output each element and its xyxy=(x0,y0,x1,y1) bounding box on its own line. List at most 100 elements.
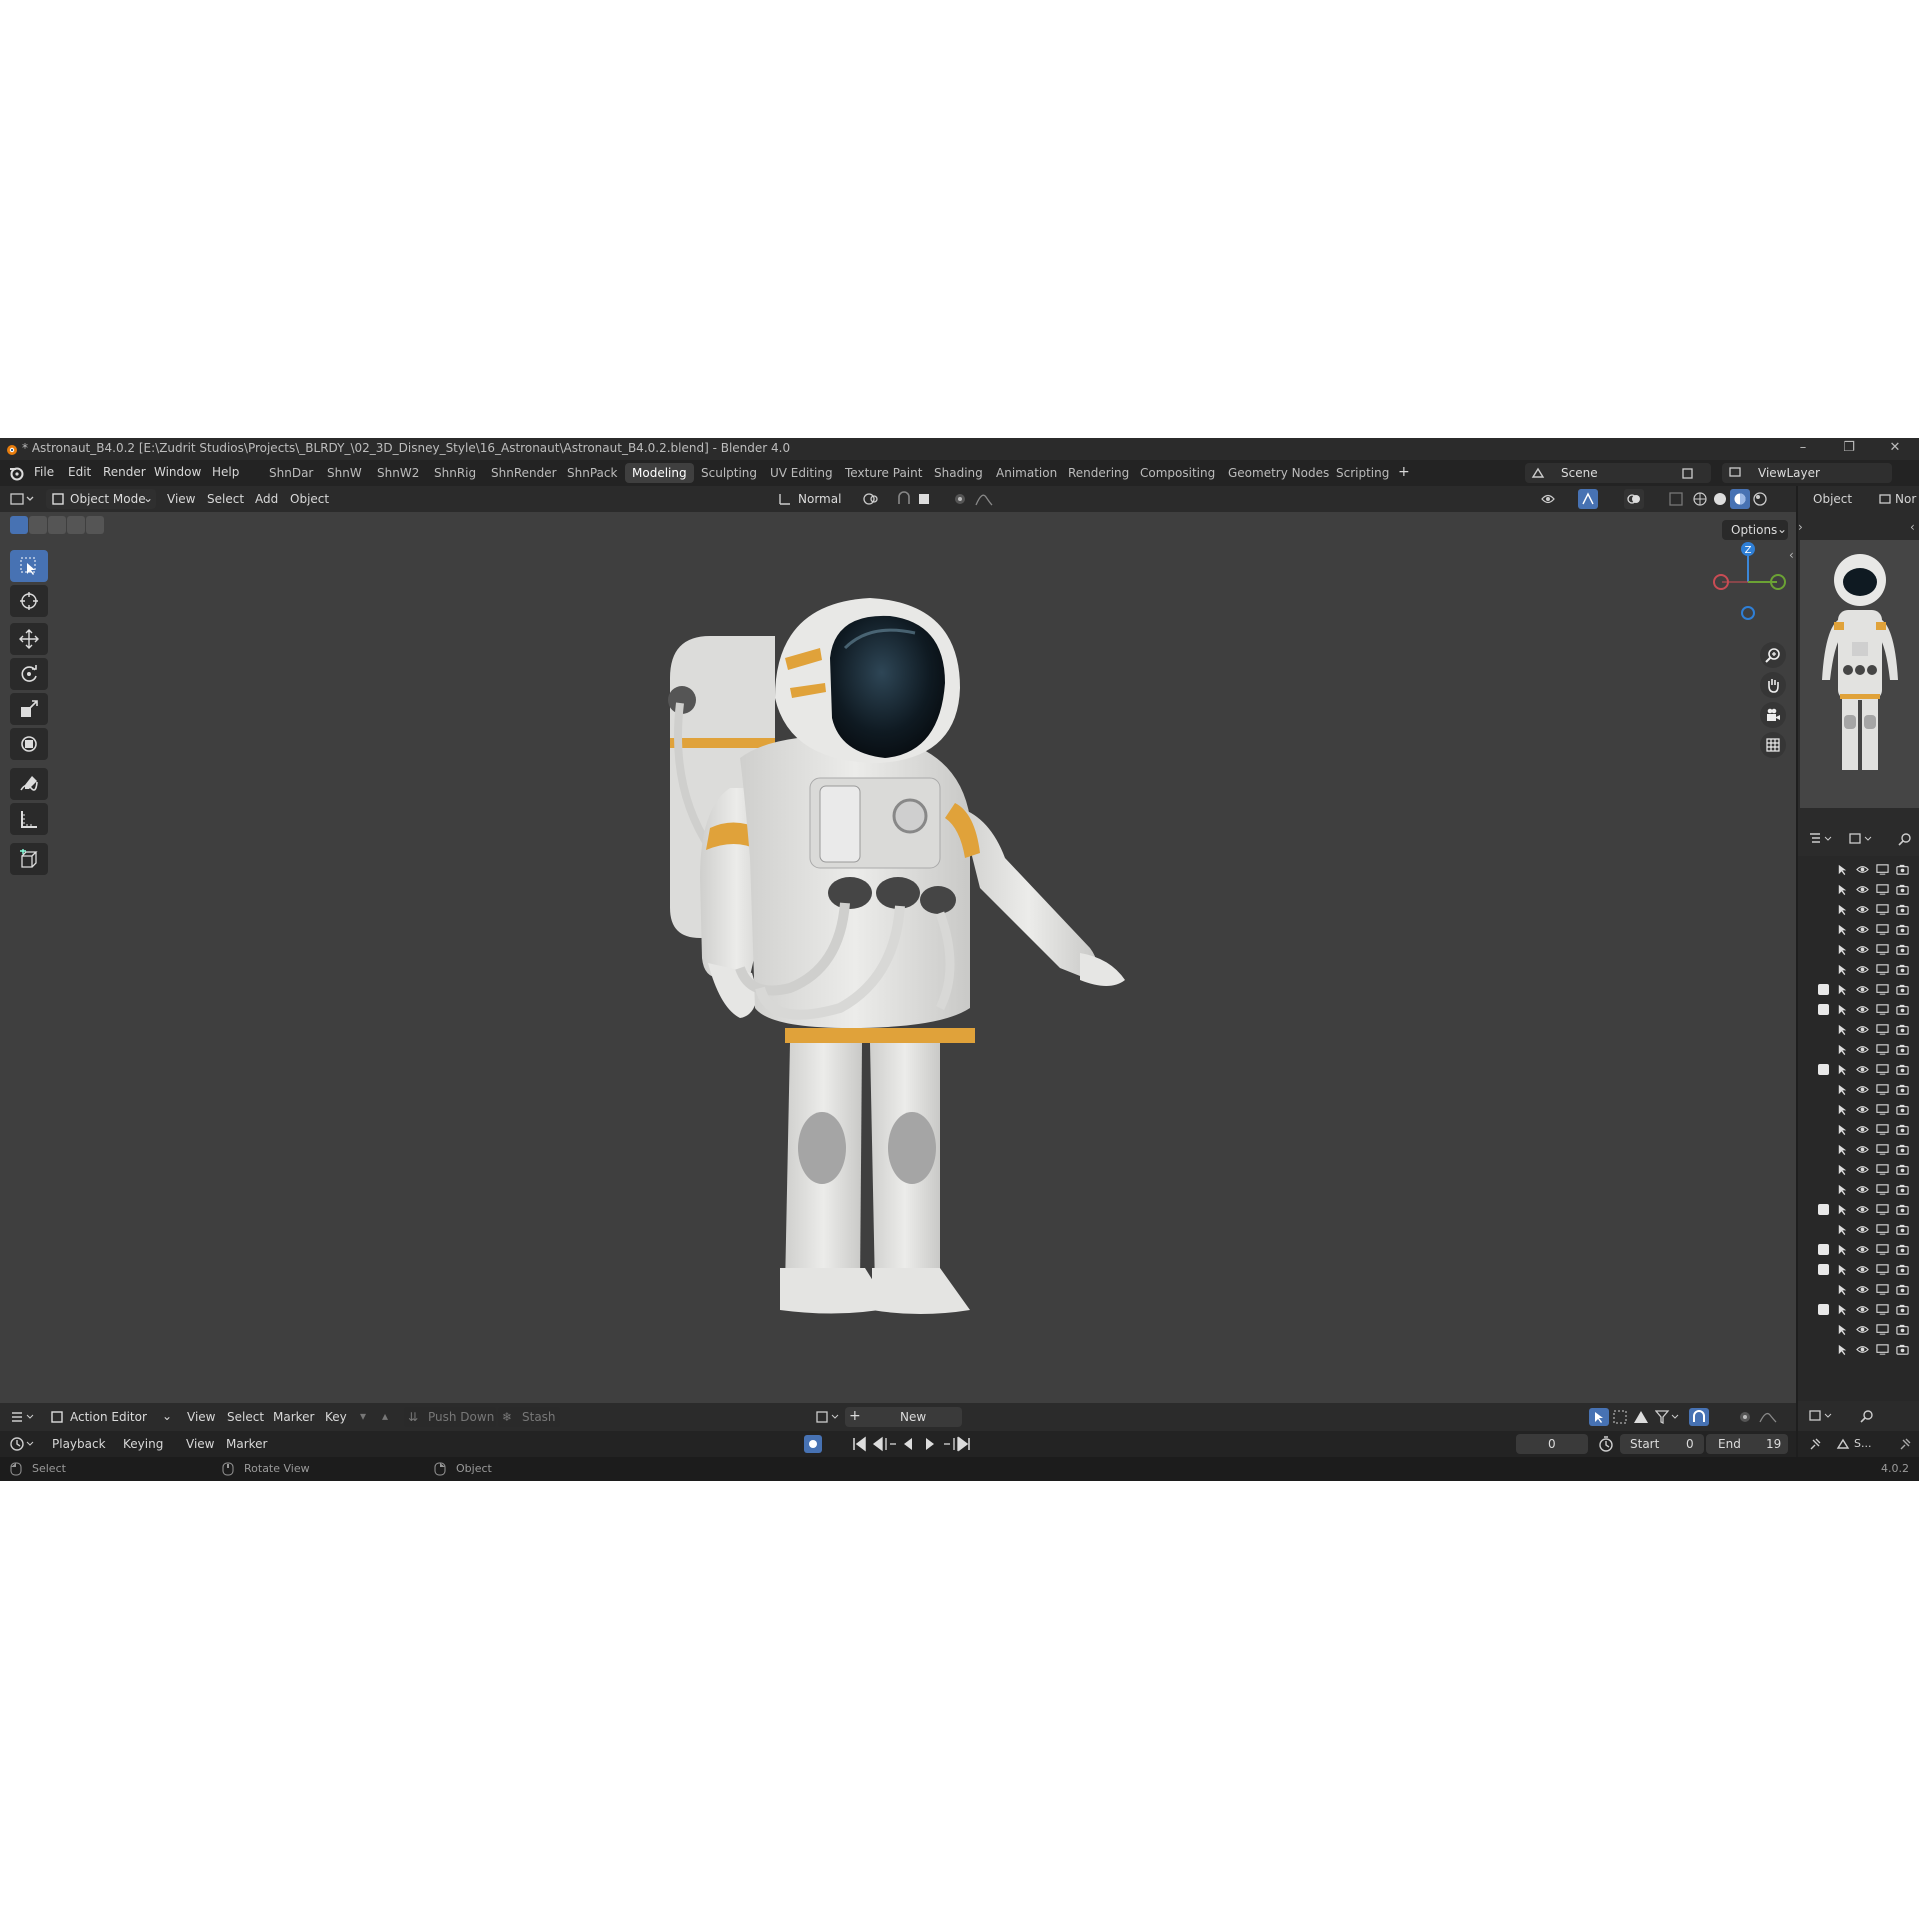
select-arrow-icon[interactable] xyxy=(1836,1143,1849,1156)
select-arrow-icon[interactable] xyxy=(1836,883,1849,896)
add-workspace-button[interactable]: + xyxy=(1398,464,1410,480)
camera-icon[interactable] xyxy=(1896,1143,1909,1156)
display-mode-icon[interactable] xyxy=(1848,832,1874,846)
select-arrow-icon[interactable] xyxy=(1836,963,1849,976)
close-button[interactable]: ✕ xyxy=(1875,440,1915,458)
monitor-icon[interactable] xyxy=(1876,863,1889,876)
tab-shnw[interactable]: ShnW xyxy=(320,463,369,483)
maximize-button[interactable]: ❐ xyxy=(1829,440,1869,458)
tab-shndar[interactable]: ShnDar xyxy=(262,463,320,483)
material-preview-button[interactable] xyxy=(1730,489,1750,509)
select-arrow-icon[interactable] xyxy=(1836,1043,1849,1056)
tab-normal[interactable]: Nor xyxy=(1895,492,1916,506)
checkbox-icon[interactable] xyxy=(1818,1264,1829,1275)
tab-animation[interactable]: Animation xyxy=(989,463,1064,483)
outliner-list[interactable] xyxy=(1798,856,1919,1401)
select-arrow-icon[interactable] xyxy=(1836,1183,1849,1196)
errors-icon[interactable] xyxy=(1633,1410,1649,1424)
show-hidden-icon[interactable] xyxy=(1613,1410,1629,1424)
outliner-row[interactable] xyxy=(1798,1140,1919,1160)
end-frame-field[interactable]: End 19 xyxy=(1706,1434,1788,1454)
camera-icon[interactable] xyxy=(1896,1003,1909,1016)
outliner-row[interactable] xyxy=(1798,960,1919,980)
menu-view[interactable]: View xyxy=(167,492,195,506)
eye-icon[interactable] xyxy=(1856,1103,1869,1116)
search-icon[interactable] xyxy=(1860,1409,1874,1423)
eye-icon[interactable] xyxy=(1856,1143,1869,1156)
camera-icon[interactable] xyxy=(1896,963,1909,976)
camera-icon[interactable] xyxy=(1896,1103,1909,1116)
monitor-icon[interactable] xyxy=(1876,1283,1889,1296)
outliner-row[interactable] xyxy=(1798,1320,1919,1340)
transform-orientation-dropdown[interactable]: Normal xyxy=(776,489,852,509)
checkbox-icon[interactable] xyxy=(1818,1204,1829,1215)
monitor-icon[interactable] xyxy=(1876,883,1889,896)
camera-icon[interactable] xyxy=(1896,903,1909,916)
action-editor-dropdown[interactable]: Action Editor ⌄ xyxy=(46,1407,174,1427)
camera-icon[interactable] xyxy=(1896,1263,1909,1276)
monitor-icon[interactable] xyxy=(1876,1243,1889,1256)
select-arrow-icon[interactable] xyxy=(1836,1103,1849,1116)
tab-compositing[interactable]: Compositing xyxy=(1133,463,1222,483)
camera-icon[interactable] xyxy=(1896,923,1909,936)
camera-icon[interactable] xyxy=(1896,1343,1909,1356)
camera-icon[interactable] xyxy=(1896,1243,1909,1256)
add-cube-tool[interactable] xyxy=(10,843,48,875)
eye-icon[interactable] xyxy=(1856,923,1869,936)
navigation-gizmo[interactable]: Z xyxy=(1706,540,1790,624)
outliner-row[interactable] xyxy=(1798,1260,1919,1280)
menu-select[interactable]: Select xyxy=(207,492,244,506)
eye-icon[interactable] xyxy=(1856,1283,1869,1296)
tab-shnrig[interactable]: ShnRig xyxy=(427,463,483,483)
checkbox-icon[interactable] xyxy=(1818,1064,1829,1075)
outliner-row[interactable] xyxy=(1798,1220,1919,1240)
menu-key[interactable]: Key xyxy=(325,1410,347,1424)
eye-icon[interactable] xyxy=(1856,1063,1869,1076)
annotate-tool[interactable] xyxy=(10,768,48,800)
outliner-row[interactable] xyxy=(1798,1000,1919,1020)
ortho-toggle-button[interactable] xyxy=(1760,732,1786,758)
select-arrow-icon[interactable] xyxy=(1836,1203,1849,1216)
select-mode-group[interactable] xyxy=(10,516,104,534)
tab-sculpting[interactable]: Sculpting xyxy=(694,463,764,483)
outliner-row[interactable] xyxy=(1798,880,1919,900)
monitor-icon[interactable] xyxy=(1876,1323,1889,1336)
zoom-button[interactable] xyxy=(1760,642,1786,668)
select-subtract-icon[interactable] xyxy=(48,516,66,534)
outliner-row[interactable] xyxy=(1798,920,1919,940)
outliner-row[interactable] xyxy=(1798,1340,1919,1360)
eye-icon[interactable] xyxy=(1856,1323,1869,1336)
astronaut-model-image[interactable] xyxy=(640,588,1160,1318)
outliner-row[interactable] xyxy=(1798,1100,1919,1120)
menu-marker[interactable]: Marker xyxy=(273,1410,314,1424)
camera-icon[interactable] xyxy=(1896,883,1909,896)
menu-view[interactable]: View xyxy=(186,1437,214,1451)
menu-marker[interactable]: Marker xyxy=(226,1437,267,1451)
select-arrow-icon[interactable] xyxy=(1836,1343,1849,1356)
eye-icon[interactable] xyxy=(1856,1183,1869,1196)
camera-icon[interactable] xyxy=(1896,1083,1909,1096)
menu-add[interactable]: Add xyxy=(255,492,278,506)
select-arrow-icon[interactable] xyxy=(1836,1263,1849,1276)
eye-icon[interactable] xyxy=(1856,943,1869,956)
monitor-icon[interactable] xyxy=(1876,1083,1889,1096)
jump-end-icon[interactable] xyxy=(956,1436,972,1452)
rotate-tool[interactable] xyxy=(10,658,48,690)
editor-type-icon[interactable] xyxy=(10,491,36,507)
eye-icon[interactable] xyxy=(1856,1343,1869,1356)
object-mode-dropdown[interactable]: Object Mode ⌄ xyxy=(46,489,156,509)
monitor-icon[interactable] xyxy=(1876,1003,1889,1016)
select-invert-icon[interactable] xyxy=(67,516,85,534)
camera-icon[interactable] xyxy=(1896,1303,1909,1316)
current-frame-field[interactable]: 0 xyxy=(1516,1434,1588,1454)
camera-icon[interactable] xyxy=(1896,1183,1909,1196)
eye-icon[interactable] xyxy=(1856,1263,1869,1276)
eye-icon[interactable] xyxy=(1856,1023,1869,1036)
select-arrow-icon[interactable] xyxy=(1836,1063,1849,1076)
monitor-icon[interactable] xyxy=(1876,1263,1889,1276)
monitor-icon[interactable] xyxy=(1876,1303,1889,1316)
checkbox-icon[interactable] xyxy=(1818,984,1829,995)
eye-icon[interactable] xyxy=(1856,1123,1869,1136)
select-arrow-icon[interactable] xyxy=(1836,943,1849,956)
menu-render[interactable]: Render xyxy=(103,465,146,479)
